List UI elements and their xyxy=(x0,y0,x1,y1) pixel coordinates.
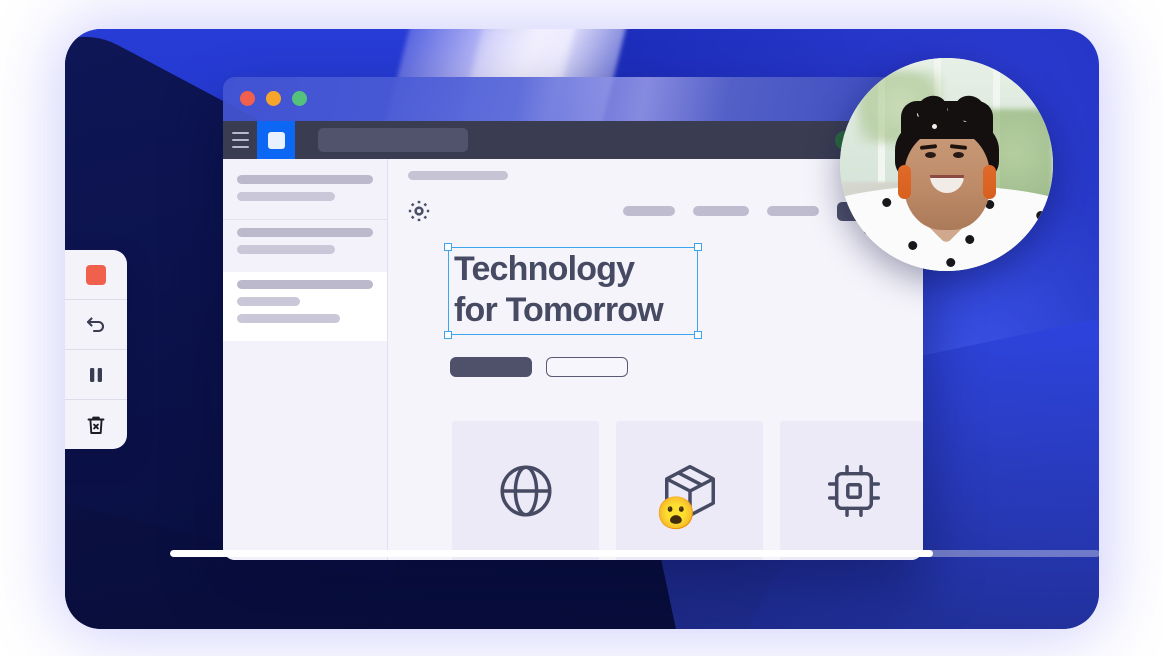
restart-recording-button[interactable] xyxy=(65,299,127,349)
earring-right xyxy=(982,164,996,199)
browser-window: Technology for Tomorrow xyxy=(223,77,923,560)
pause-icon xyxy=(90,367,102,382)
discard-recording-button[interactable] xyxy=(65,399,127,449)
maximize-window-button[interactable] xyxy=(292,91,307,106)
undo-arrow-icon xyxy=(86,316,105,332)
browser-page: Technology for Tomorrow xyxy=(223,159,923,560)
webcam-video xyxy=(840,58,1053,271)
breadcrumb xyxy=(408,171,508,180)
cpu-chip-icon xyxy=(827,464,880,518)
headline-selection[interactable]: Technology for Tomorrow xyxy=(444,243,702,339)
pause-recording-button[interactable] xyxy=(65,349,127,399)
progress-fill xyxy=(170,550,933,557)
window-traffic-lights xyxy=(240,91,307,106)
earring-left xyxy=(897,164,911,199)
stop-square-icon xyxy=(86,264,106,285)
sidebar-group-2[interactable] xyxy=(223,219,387,272)
square-tab-icon xyxy=(267,131,285,149)
sidebar-group-1[interactable] xyxy=(223,167,387,219)
feature-card-chip[interactable] xyxy=(780,421,923,560)
nav-pill-2[interactable] xyxy=(693,206,749,216)
resize-handle-top-right[interactable] xyxy=(694,243,702,251)
hamburger-menu-icon[interactable] xyxy=(223,121,257,159)
gear-icon[interactable] xyxy=(406,198,432,224)
active-tab[interactable] xyxy=(257,121,295,159)
selection-outline xyxy=(448,247,698,335)
browser-titlebar xyxy=(223,77,923,121)
resize-handle-top-left[interactable] xyxy=(444,243,452,251)
recorder-toolbar xyxy=(65,250,127,449)
app-sidebar xyxy=(223,159,388,560)
resize-handle-bottom-right[interactable] xyxy=(694,331,702,339)
reaction-emoji: 😮 xyxy=(656,495,696,531)
webcam-bubble[interactable] xyxy=(840,58,1053,271)
stop-recording-button[interactable] xyxy=(65,250,127,299)
nav-pill-3[interactable] xyxy=(767,206,819,216)
feature-card-package[interactable] xyxy=(616,421,763,560)
close-window-button[interactable] xyxy=(240,91,255,106)
trash-x-icon xyxy=(87,416,105,434)
address-bar[interactable] xyxy=(318,128,468,152)
recording-card: Technology for Tomorrow 😮 xyxy=(65,29,1099,629)
feature-cards xyxy=(452,421,923,560)
feature-card-globe[interactable] xyxy=(452,421,599,560)
browser-toolbar xyxy=(223,121,923,159)
playback-progress-bar[interactable] xyxy=(170,550,1099,557)
nav-pill-1[interactable] xyxy=(623,206,675,216)
globe-icon xyxy=(499,465,552,517)
primary-button[interactable] xyxy=(450,357,532,377)
minimize-window-button[interactable] xyxy=(266,91,281,106)
screen-recording-stage: Technology for Tomorrow 😮 xyxy=(0,0,1163,656)
cta-row xyxy=(450,357,628,377)
sidebar-group-3-active[interactable] xyxy=(223,272,387,341)
resize-handle-bottom-left[interactable] xyxy=(444,331,452,339)
secondary-button[interactable] xyxy=(546,357,628,377)
